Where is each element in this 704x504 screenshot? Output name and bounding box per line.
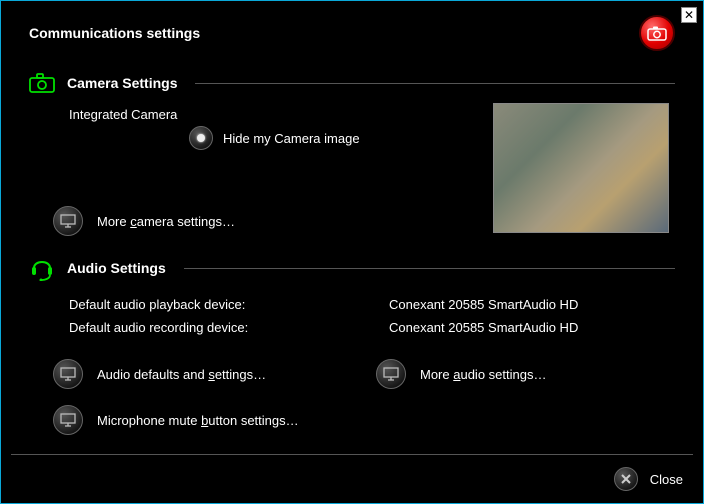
camera-device-name: Integrated Camera	[69, 107, 493, 122]
close-button[interactable]: Close	[614, 467, 683, 491]
camera-section-icon	[29, 73, 55, 93]
audio-defaults-label: Audio defaults and settings…	[97, 367, 266, 382]
camera-preview	[493, 103, 669, 233]
page-title: Communications settings	[29, 25, 200, 41]
mic-mute-settings-link[interactable]: Microphone mute button settings…	[53, 405, 352, 435]
monitor-icon	[60, 214, 76, 228]
monitor-icon	[60, 413, 76, 427]
divider	[184, 268, 675, 269]
camera-heading: Camera Settings	[67, 75, 177, 91]
more-camera-settings-label: More camera settings…	[97, 214, 235, 229]
more-camera-settings-link[interactable]: More camera settings…	[53, 206, 493, 236]
recording-value: Conexant 20585 SmartAudio HD	[389, 320, 675, 335]
headset-icon	[30, 255, 54, 281]
close-label: Close	[650, 472, 683, 487]
recording-label: Default audio recording device:	[69, 320, 389, 335]
hide-camera-label: Hide my Camera image	[223, 131, 360, 146]
monitor-icon	[60, 367, 76, 381]
window-close-button[interactable]: ✕	[681, 7, 697, 23]
camera-record-button[interactable]	[639, 15, 675, 51]
more-audio-label: More audio settings…	[420, 367, 546, 382]
close-icon	[620, 473, 632, 485]
playback-value: Conexant 20585 SmartAudio HD	[389, 297, 675, 312]
divider	[195, 83, 675, 84]
divider	[11, 454, 693, 455]
audio-heading: Audio Settings	[67, 260, 166, 276]
hide-camera-radio[interactable]	[189, 126, 213, 150]
mic-mute-label: Microphone mute button settings…	[97, 413, 299, 428]
more-audio-settings-link[interactable]: More audio settings…	[376, 359, 675, 389]
monitor-icon	[383, 367, 399, 381]
camera-icon	[647, 26, 667, 41]
audio-defaults-link[interactable]: Audio defaults and settings…	[53, 359, 352, 389]
playback-label: Default audio playback device:	[69, 297, 389, 312]
